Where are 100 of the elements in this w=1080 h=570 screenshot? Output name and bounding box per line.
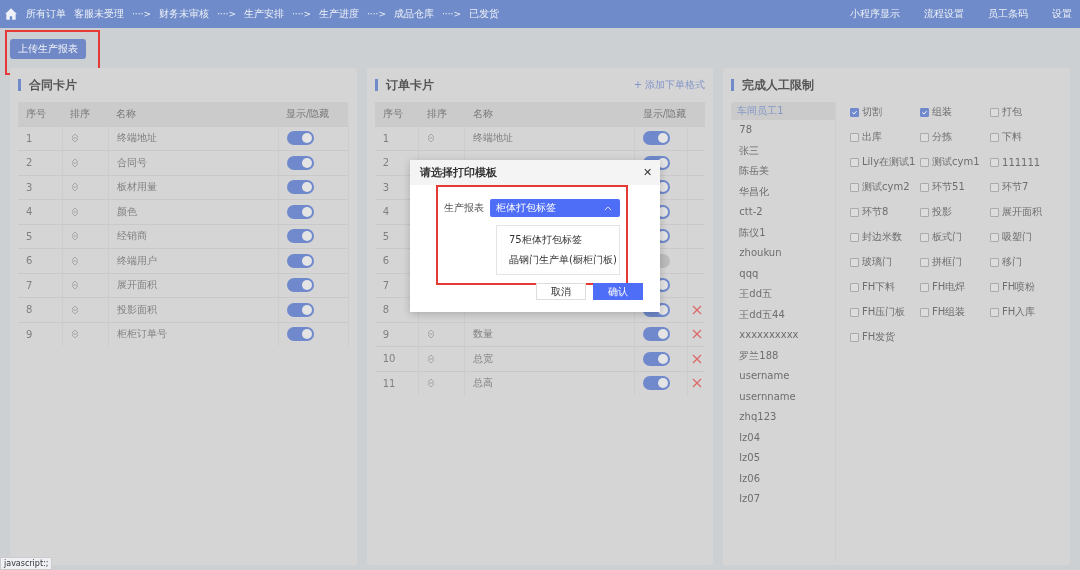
toggle-switch[interactable] bbox=[286, 204, 314, 219]
checkbox[interactable] bbox=[920, 132, 929, 142]
sort-icon[interactable] bbox=[70, 157, 79, 168]
nav-link[interactable]: 设置 bbox=[1052, 7, 1072, 21]
employee-item[interactable]: ctt-2 bbox=[731, 202, 835, 223]
sort-icon[interactable] bbox=[70, 133, 79, 144]
checkbox[interactable] bbox=[920, 207, 929, 217]
employee-item[interactable]: 78 bbox=[731, 120, 835, 141]
toggle-switch[interactable] bbox=[286, 155, 314, 170]
sort-icon[interactable] bbox=[70, 231, 79, 242]
checkbox[interactable] bbox=[990, 157, 999, 167]
employee-item[interactable]: lz05 bbox=[731, 448, 835, 469]
nav-link[interactable]: 生产安排 bbox=[243, 7, 284, 21]
checkbox[interactable] bbox=[990, 182, 999, 192]
employee-item[interactable]: 华昌化 bbox=[731, 181, 835, 202]
employee-item[interactable]: 王dd五44 bbox=[731, 304, 835, 325]
checkbox[interactable] bbox=[990, 207, 999, 217]
nav-link[interactable]: 小程序显示 bbox=[850, 7, 900, 21]
sort-icon[interactable] bbox=[427, 353, 436, 364]
nav-link[interactable]: 所有订单 bbox=[26, 7, 66, 21]
toggle-switch[interactable] bbox=[643, 351, 671, 366]
checkbox[interactable] bbox=[850, 257, 859, 267]
toggle-switch[interactable] bbox=[643, 131, 671, 146]
employee-item[interactable]: 陈岳美 bbox=[731, 161, 835, 182]
delete-icon[interactable] bbox=[691, 329, 702, 340]
sort-icon[interactable] bbox=[70, 182, 79, 193]
toggle-switch[interactable] bbox=[286, 253, 314, 268]
checkbox[interactable] bbox=[990, 257, 999, 267]
delete-icon[interactable] bbox=[691, 353, 702, 364]
checkbox[interactable] bbox=[990, 232, 999, 242]
toggle-switch[interactable] bbox=[286, 327, 314, 342]
employee-item[interactable]: 车间员工1 bbox=[731, 102, 835, 120]
sort-icon[interactable] bbox=[427, 133, 436, 144]
employee-item[interactable]: 王dd五 bbox=[731, 284, 835, 305]
employee-item[interactable]: username bbox=[731, 366, 835, 387]
nav-link[interactable]: 员工条码 bbox=[988, 7, 1028, 21]
confirm-button[interactable]: 确认 bbox=[593, 283, 643, 300]
delete-icon[interactable] bbox=[691, 304, 702, 315]
checkbox[interactable] bbox=[850, 332, 859, 342]
dropdown-option[interactable]: 晶钢门生产单(橱柜门板) bbox=[497, 250, 619, 270]
toggle-switch[interactable] bbox=[643, 327, 671, 342]
checkbox[interactable] bbox=[920, 107, 929, 117]
nav-link[interactable]: 成品仓库 bbox=[393, 7, 434, 21]
toggle-switch[interactable] bbox=[286, 278, 314, 293]
table-cell: 8 bbox=[18, 297, 62, 322]
checkbox[interactable] bbox=[850, 282, 859, 292]
employee-item[interactable]: 罗兰188 bbox=[731, 345, 835, 366]
delete-icon[interactable] bbox=[691, 378, 702, 389]
caret-icon bbox=[604, 205, 612, 211]
checkbox[interactable] bbox=[850, 132, 859, 142]
employee-item[interactable]: usernname bbox=[731, 386, 835, 407]
checkbox[interactable] bbox=[850, 207, 859, 217]
checkbox[interactable] bbox=[850, 307, 859, 317]
sort-icon[interactable] bbox=[70, 304, 79, 315]
checkbox[interactable] bbox=[850, 232, 859, 242]
toggle-switch[interactable] bbox=[286, 229, 314, 244]
template-select[interactable]: 柜体打包标签 bbox=[490, 199, 620, 217]
employee-item[interactable]: 张三 bbox=[731, 140, 835, 161]
checkbox[interactable] bbox=[990, 307, 999, 317]
close-button[interactable]: ✕ bbox=[643, 166, 652, 179]
toggle-switch[interactable] bbox=[286, 180, 314, 195]
employee-item[interactable]: lz06 bbox=[731, 468, 835, 489]
checkbox[interactable] bbox=[850, 182, 859, 192]
employee-item[interactable]: xxxxxxxxxx bbox=[731, 325, 835, 346]
checkbox[interactable] bbox=[920, 282, 929, 292]
checkbox[interactable] bbox=[850, 107, 859, 117]
nav-link[interactable]: 生产进度 bbox=[318, 7, 359, 21]
sort-icon[interactable] bbox=[70, 206, 79, 217]
employee-item[interactable]: 陈仪1 bbox=[731, 222, 835, 243]
home-icon[interactable] bbox=[4, 7, 18, 21]
checkbox[interactable] bbox=[920, 257, 929, 267]
employee-item[interactable]: lz04 bbox=[731, 427, 835, 448]
cancel-button[interactable]: 取消 bbox=[536, 283, 586, 300]
dropdown-option[interactable]: 75柜体打包标签 bbox=[497, 230, 619, 250]
toggle-switch[interactable] bbox=[286, 302, 314, 317]
toggle-switch[interactable] bbox=[643, 376, 671, 391]
sort-icon[interactable] bbox=[70, 280, 79, 291]
nav-link[interactable]: 客服未受理 bbox=[74, 7, 124, 21]
checkbox[interactable] bbox=[920, 232, 929, 242]
sort-icon[interactable] bbox=[427, 329, 436, 340]
employee-item[interactable]: qqq bbox=[731, 263, 835, 284]
upload-button[interactable]: 上传生产报表 bbox=[10, 39, 86, 59]
sort-icon[interactable] bbox=[427, 378, 436, 389]
checkbox[interactable] bbox=[920, 182, 929, 192]
checkbox[interactable] bbox=[920, 157, 929, 167]
toggle-switch[interactable] bbox=[286, 131, 314, 146]
nav-link[interactable]: 财务未审核 bbox=[159, 7, 209, 21]
nav-link[interactable]: 流程设置 bbox=[924, 7, 964, 21]
employee-item[interactable]: lz07 bbox=[731, 489, 835, 510]
add-format-link[interactable]: + 添加下单格式 bbox=[633, 78, 706, 92]
checkbox[interactable] bbox=[990, 282, 999, 292]
employee-item[interactable]: zhq123 bbox=[731, 407, 835, 428]
checkbox[interactable] bbox=[920, 307, 929, 317]
checkbox[interactable] bbox=[990, 107, 999, 117]
checkbox[interactable] bbox=[850, 157, 859, 167]
sort-icon[interactable] bbox=[70, 329, 79, 340]
employee-item[interactable]: zhoukun bbox=[731, 243, 835, 264]
sort-icon[interactable] bbox=[70, 255, 79, 266]
nav-link[interactable]: 已发货 bbox=[468, 7, 499, 21]
checkbox[interactable] bbox=[990, 132, 999, 142]
